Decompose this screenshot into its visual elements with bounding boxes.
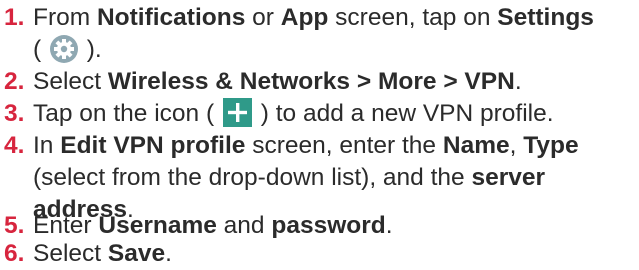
step-number: 3. — [4, 100, 25, 127]
step-number: 4. — [4, 132, 25, 159]
gear-icon — [49, 34, 78, 63]
step-number: 1. — [4, 4, 25, 31]
step-text: From Notifications or App screen, tap on… — [33, 4, 594, 31]
step-text: Tap on the icon ( ) to add a new VPN pro… — [33, 98, 554, 128]
plus-icon — [222, 98, 252, 128]
step-number: 6. — [4, 240, 25, 267]
step-text: ( ). — [33, 34, 102, 63]
step-number: 2. — [4, 68, 25, 95]
step-text: (select from the drop-down list), and th… — [33, 164, 546, 191]
step-text: Select Save. — [33, 240, 172, 267]
instruction-list: 1. From Notifications or App screen, tap… — [0, 0, 639, 267]
step-text: In Edit VPN profile screen, enter the Na… — [33, 132, 579, 159]
step-text: Select Wireless & Networks > More > VPN. — [33, 68, 522, 95]
